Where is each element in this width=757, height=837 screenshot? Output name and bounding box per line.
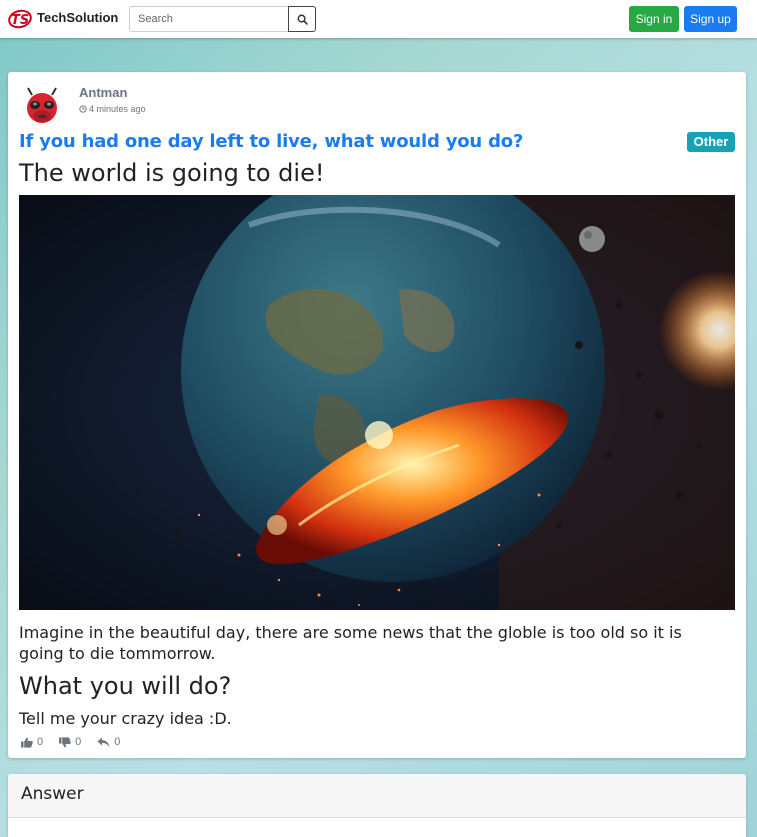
signin-button[interactable]: Sign in xyxy=(629,6,679,32)
thumbs-down-icon xyxy=(59,736,71,747)
dislike-button[interactable]: 0 xyxy=(59,736,81,748)
post-image xyxy=(19,195,735,610)
search-icon xyxy=(297,14,308,25)
clock-icon xyxy=(79,105,87,113)
post-body: Imagine in the beautiful day, there are … xyxy=(19,623,682,663)
answer-card: Answer xyxy=(8,774,746,837)
timestamp-text: 4 minutes ago xyxy=(89,104,146,114)
answer-title: Answer xyxy=(21,784,84,804)
top-navbar: TS TechSolution Sign in Sign up xyxy=(0,0,757,38)
reply-count: 0 xyxy=(114,736,121,748)
brand-name[interactable]: TechSolution xyxy=(37,10,118,25)
like-count: 0 xyxy=(37,736,44,748)
reply-icon xyxy=(97,737,110,747)
question-title[interactable]: If you had one day left to live, what wo… xyxy=(19,131,523,152)
thumbs-up-icon xyxy=(21,737,33,748)
techsolution-logo-icon[interactable]: TS xyxy=(7,8,33,30)
post-author[interactable]: Antman xyxy=(79,85,127,100)
avatar[interactable] xyxy=(24,86,60,126)
search-input[interactable] xyxy=(129,6,289,32)
post-headline: The world is going to die! xyxy=(19,159,325,187)
reply-button[interactable]: 0 xyxy=(97,736,120,748)
like-button[interactable]: 0 xyxy=(21,736,43,748)
post-subheading: What you will do? xyxy=(19,672,232,700)
dislike-count: 0 xyxy=(75,736,82,748)
search-button[interactable] xyxy=(288,6,316,32)
post-timestamp: 4 minutes ago xyxy=(79,104,146,114)
post-actions: 0 0 0 xyxy=(21,736,120,748)
signup-button[interactable]: Sign up xyxy=(684,6,737,32)
svg-text:TS: TS xyxy=(11,13,29,28)
category-badge[interactable]: Other xyxy=(687,132,735,152)
post-card: Antman 4 minutes ago If you had one day … xyxy=(8,72,746,758)
post-closing: Tell me your crazy idea :D. xyxy=(19,709,232,728)
answer-header: Answer xyxy=(8,774,746,818)
